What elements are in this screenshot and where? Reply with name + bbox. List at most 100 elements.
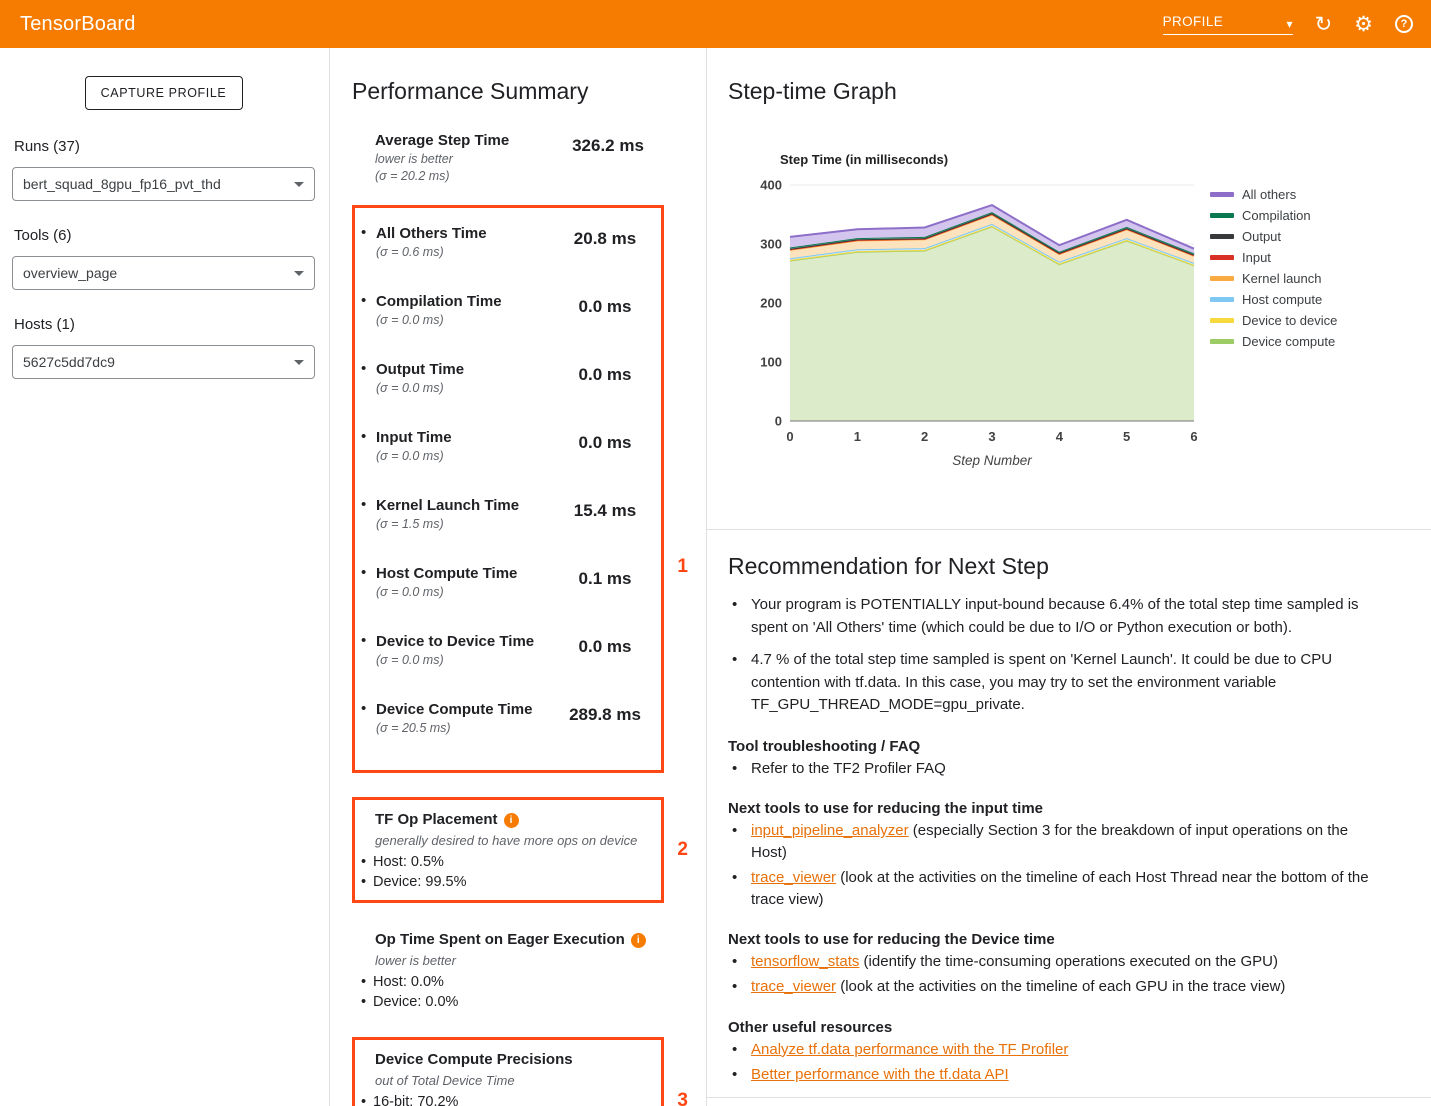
chevron-down-icon xyxy=(294,182,304,187)
metric-value: 0.0 ms xyxy=(549,292,661,329)
compute-precisions-note: out of Total Device Time xyxy=(375,1072,661,1089)
eager-execution-note: lower is better xyxy=(375,952,706,969)
svg-text:5: 5 xyxy=(1123,429,1130,444)
metric-value: 0.0 ms xyxy=(549,632,661,669)
tf-op-placement-title: TF Op Placement xyxy=(375,810,498,830)
annotation-number-2: 2 xyxy=(677,839,688,861)
legend-label: Device compute xyxy=(1242,334,1335,349)
step-time-chart: 01002003004000123456Step Number All othe… xyxy=(750,171,1431,473)
list-item: Device: 0.0% xyxy=(361,992,706,1012)
rec-section-heading: Next tools to use for reducing the input… xyxy=(728,800,1387,817)
info-icon[interactable]: i xyxy=(504,813,519,828)
input-pipeline-analyzer-link[interactable]: input_pipeline_analyzer xyxy=(751,822,909,839)
eager-execution-section: Op Time Spent on Eager Execution i lower… xyxy=(361,930,706,1012)
metric-label: All Others Time xyxy=(376,224,487,244)
rec-section-heading: Tool troubleshooting / FAQ xyxy=(728,738,1387,755)
rec-item: Analyze tf.data performance with the TF … xyxy=(728,1039,1387,1061)
average-step-time-labels: Average Step Time lower is better (σ = 2… xyxy=(375,131,509,185)
step-time-graph-title: Step-time Graph xyxy=(728,78,1431,105)
tfdata-api-link[interactable]: Better performance with the tf.data API xyxy=(751,1064,1009,1086)
chart-legend: All othersCompilationOutputInputKernel l… xyxy=(1210,187,1337,473)
rec-item: input_pipeline_analyzer (especially Sect… xyxy=(728,820,1387,864)
rec-item: Better performance with the tf.data API xyxy=(728,1064,1387,1086)
legend-label: Output xyxy=(1242,229,1281,244)
compute-precisions-title: Device Compute Precisions xyxy=(375,1050,573,1070)
tf-op-placement-note: generally desired to have more ops on de… xyxy=(375,832,661,849)
annotation-box-2: 2 TF Op Placement i generally desired to… xyxy=(352,797,664,903)
metric-value: 20.8 ms xyxy=(549,224,661,261)
metric-sigma: (σ = 0.0 ms) xyxy=(376,312,502,329)
device-placement-value: Device: 99.5% xyxy=(373,872,467,892)
svg-text:400: 400 xyxy=(760,178,782,193)
annotation-number-3: 3 xyxy=(677,1090,688,1106)
hosts-dropdown[interactable]: 5627c5dd7dc9 xyxy=(12,345,315,379)
hosts-dropdown-value: 5627c5dd7dc9 xyxy=(23,354,115,370)
svg-text:300: 300 xyxy=(760,237,782,252)
metric-label: Kernel Launch Time xyxy=(376,496,519,516)
metric-sigma: (σ = 0.0 ms) xyxy=(376,584,517,601)
legend-swatch xyxy=(1210,192,1234,197)
chart-title: Step Time (in milliseconds) xyxy=(780,152,1431,167)
tools-dropdown-value: overview_page xyxy=(23,265,117,281)
trace-viewer-link[interactable]: trace_viewer xyxy=(751,869,836,886)
rec-item-body: tensorflow_stats (identify the time-cons… xyxy=(751,951,1278,973)
rec-section-heading: Other useful resources xyxy=(728,1019,1387,1036)
rec-item: Refer to the TF2 Profiler FAQ xyxy=(728,758,1387,780)
metric-row: Device Compute Time (σ = 20.5 ms) 289.8 … xyxy=(361,700,661,737)
metric-sigma: (σ = 20.5 ms) xyxy=(376,720,532,737)
svg-text:4: 4 xyxy=(1056,429,1064,444)
metric-label: Host Compute Time xyxy=(376,564,517,584)
metric-row: Compilation Time (σ = 0.0 ms) 0.0 ms xyxy=(361,292,661,329)
legend-swatch xyxy=(1210,213,1234,218)
legend-item: Device compute xyxy=(1210,334,1337,349)
metric-label: Input Time xyxy=(376,428,452,448)
legend-label: Device to device xyxy=(1242,313,1337,328)
rec-item-text: Refer to the TF2 Profiler FAQ xyxy=(751,758,946,780)
refresh-icon[interactable]: ↻ xyxy=(1315,14,1333,35)
metric-value: 0.1 ms xyxy=(549,564,661,601)
app-header: TensorBoard PROFILE ▾ ↻ ⚙ ? xyxy=(0,0,1431,48)
annotation-number-1: 1 xyxy=(677,556,688,578)
recommendation-bullet: Your program is POTENTIALLY input-bound … xyxy=(728,594,1387,639)
metric-sigma: (σ = 0.6 ms) xyxy=(376,244,487,261)
legend-swatch xyxy=(1210,234,1234,239)
settings-gear-icon[interactable]: ⚙ xyxy=(1354,14,1373,35)
metric-note: lower is better xyxy=(375,151,509,168)
legend-item: Input xyxy=(1210,250,1337,265)
metric-value: 289.8 ms xyxy=(549,700,661,737)
legend-swatch xyxy=(1210,255,1234,260)
app-title: TensorBoard xyxy=(20,13,136,36)
hosts-label: Hosts (1) xyxy=(14,316,315,333)
tensorflow-stats-link[interactable]: tensorflow_stats xyxy=(751,953,859,970)
performance-summary-title: Performance Summary xyxy=(352,78,706,105)
metric-label: Average Step Time xyxy=(375,131,509,151)
metric-label: Output Time xyxy=(376,360,464,380)
capture-profile-button[interactable]: CAPTURE PROFILE xyxy=(85,76,243,110)
right-panel: Step-time Graph Step Time (in millisecon… xyxy=(707,48,1431,1106)
legend-swatch xyxy=(1210,318,1234,323)
tfdata-performance-link[interactable]: Analyze tf.data performance with the TF … xyxy=(751,1039,1068,1061)
tools-dropdown[interactable]: overview_page xyxy=(12,256,315,290)
rec-item: trace_viewer (look at the activities on … xyxy=(728,976,1387,998)
metric-sigma: (σ = 0.0 ms) xyxy=(376,652,534,669)
dashboard-select[interactable]: PROFILE ▾ xyxy=(1163,14,1293,35)
runs-label: Runs (37) xyxy=(14,138,315,155)
rec-item-body: trace_viewer (look at the activities on … xyxy=(751,976,1285,998)
bullet-text: 4.7 % of the total step time sampled is … xyxy=(751,649,1387,717)
bullet-text: Your program is POTENTIALLY input-bound … xyxy=(751,594,1387,639)
metric-labels: Compilation Time (σ = 0.0 ms) xyxy=(361,292,502,329)
metric-labels: All Others Time (σ = 0.6 ms) xyxy=(361,224,487,261)
info-icon[interactable]: i xyxy=(631,933,646,948)
legend-label: All others xyxy=(1242,187,1296,202)
legend-item: Kernel launch xyxy=(1210,271,1337,286)
runs-dropdown[interactable]: bert_squad_8gpu_fp16_pvt_thd xyxy=(12,167,315,201)
dashboard-select-value: PROFILE xyxy=(1163,14,1224,29)
svg-text:100: 100 xyxy=(760,355,782,370)
help-icon[interactable]: ? xyxy=(1395,15,1413,33)
trace-viewer-link[interactable]: trace_viewer xyxy=(751,978,836,995)
host-placement-value: Host: 0.5% xyxy=(373,852,444,872)
svg-text:1: 1 xyxy=(854,429,861,444)
step-time-chart-plot: 01002003004000123456Step Number xyxy=(750,171,1202,473)
performance-summary-panel: Performance Summary Average Step Time lo… xyxy=(330,48,707,1106)
rec-section-heading: Next tools to use for reducing the Devic… xyxy=(728,931,1387,948)
